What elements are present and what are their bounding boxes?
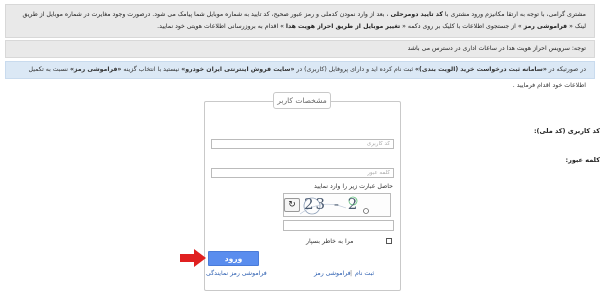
info-bold-system: «سامانه ثبت درخواست خرید (الویت بندی)» xyxy=(415,66,547,73)
refresh-icon: ↻ xyxy=(288,200,296,210)
refresh-captcha-button[interactable]: ↻ xyxy=(284,198,300,212)
captcha-text: 23 - 2 xyxy=(304,195,360,213)
info-text: نیستید با انتخاب گزینه xyxy=(121,66,182,73)
password-label: کلمه عبور: xyxy=(565,156,600,164)
note-text: توجه: سرویس احراز هویت هدا در ساعات ادار… xyxy=(407,45,586,52)
remember-me-label: مرا به خاطر بسپار xyxy=(306,238,354,245)
hoda-note: توجه: سرویس احراز هویت هدا در ساعات ادار… xyxy=(5,40,595,58)
info-bold-forgot: «فراموشی رمز» xyxy=(69,66,122,73)
red-arrow-icon xyxy=(180,249,206,267)
fieldset-legend: مشخصات کاربر xyxy=(273,92,331,109)
info-text: ثبت نام کرده اید و دارای پروفایل (کاربری… xyxy=(294,66,416,73)
forgot-password-link[interactable]: فراموشی رمز xyxy=(314,270,351,277)
password-input[interactable] xyxy=(211,168,394,178)
info-banner: در صورتیکه در «سامانه ثبت درخواست خرید (… xyxy=(5,61,595,89)
notice-text: مشتری گرامی، با توجه به ارتقا مکانیزم ور… xyxy=(442,11,586,18)
notice-bold-change-mobile: تغییر موبایل از طریق احراز هویت هدا xyxy=(285,23,401,30)
info-bold-site: «سایت فروش اینترنتی ایران خودرو» xyxy=(181,66,295,73)
notice-text: » اقدام به بروزرسانی اطلاعات هویتی خود ن… xyxy=(157,23,286,30)
captcha-hint: حاصل عبارت زیر را وارد نمایید xyxy=(313,183,393,190)
captcha-input[interactable] xyxy=(283,220,394,231)
notice-bold-forgot: فراموشی رمز xyxy=(523,23,568,30)
info-text: در صورتیکه در xyxy=(546,66,586,73)
login-button[interactable]: ورود xyxy=(208,251,259,266)
username-label: کد کاربری (کد ملی): xyxy=(533,127,600,135)
remember-me-checkbox[interactable] xyxy=(386,238,392,244)
notice-text: » از جستجوی اطلاعات با کلیک بر روی دکمه … xyxy=(400,23,524,30)
forgot-agent-password-link[interactable]: فراموشی رمز نمایندگی xyxy=(206,270,267,277)
two-step-notice: مشتری گرامی، با توجه به ارتقا مکانیزم ور… xyxy=(5,4,595,38)
username-input[interactable] xyxy=(211,139,394,149)
register-link[interactable]: ثبت نام xyxy=(355,270,374,277)
notice-bold-two-step: کد تایید دومرحلی xyxy=(390,11,443,18)
